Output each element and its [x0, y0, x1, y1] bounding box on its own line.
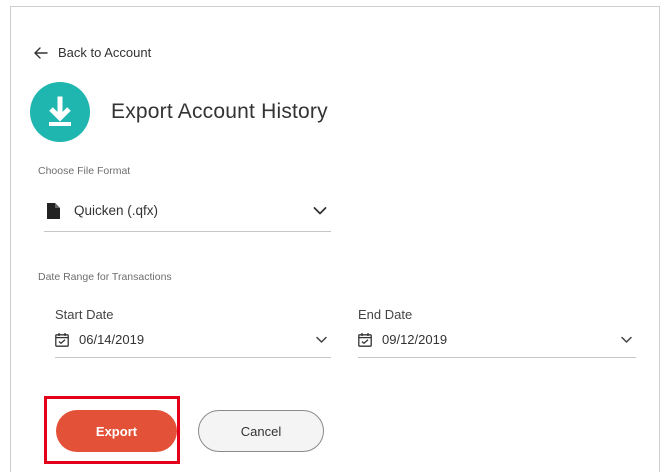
chevron-down-icon	[316, 336, 327, 343]
calendar-icon	[55, 332, 69, 347]
back-link-label: Back to Account	[58, 45, 152, 60]
download-icon	[30, 82, 90, 142]
end-date-label: End Date	[358, 307, 413, 322]
start-date-value: 06/14/2019	[79, 332, 145, 347]
page-header: Export Account History	[30, 82, 328, 142]
chevron-down-icon	[313, 206, 327, 214]
cancel-button[interactable]: Cancel	[198, 410, 324, 452]
start-date-select[interactable]: 06/14/2019	[55, 322, 331, 358]
back-to-account-link[interactable]: Back to Account	[34, 45, 151, 60]
page-title: Export Account History	[111, 100, 328, 123]
start-date-label: Start Date	[55, 307, 114, 322]
export-button[interactable]: Export	[56, 410, 177, 452]
file-format-label: Choose File Format	[38, 165, 131, 177]
chevron-down-icon	[621, 336, 632, 343]
date-range-label: Date Range for Transactions	[38, 271, 172, 283]
end-date-select[interactable]: 09/12/2019	[358, 322, 636, 358]
file-format-value: Quicken (.qfx)	[74, 203, 159, 218]
end-date-value: 09/12/2019	[382, 332, 448, 347]
arrow-left-icon	[34, 46, 48, 59]
file-format-select[interactable]: Quicken (.qfx)	[44, 190, 331, 232]
calendar-icon	[358, 332, 372, 347]
file-icon	[47, 202, 60, 219]
